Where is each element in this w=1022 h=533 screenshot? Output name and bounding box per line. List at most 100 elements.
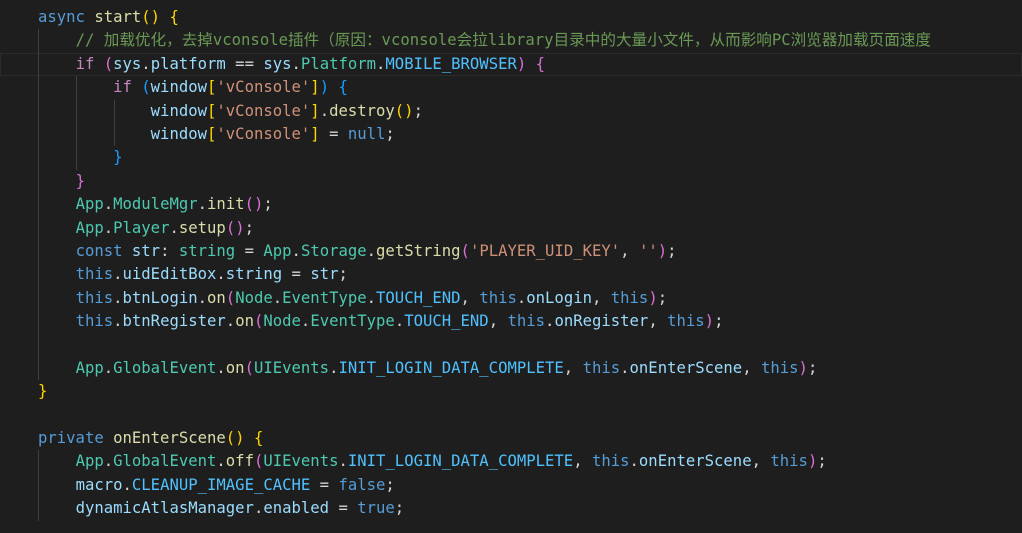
code-token: this [479, 288, 517, 307]
indent-guide [38, 216, 39, 240]
code-line[interactable]: macro.CLEANUP_IMAGE_CACHE = false; [0, 473, 1022, 498]
code-token: this [770, 452, 808, 471]
indent-guide [38, 310, 39, 334]
code-token: , [573, 452, 592, 471]
code-editor[interactable]: async start() { // 加载优化，去掉vconsole插件（原因：… [0, 0, 1022, 533]
code-line[interactable] [0, 333, 1022, 357]
code-token: App [75, 452, 104, 471]
code-token: ] [310, 101, 320, 120]
code-line[interactable]: App.Player.setup(); [0, 216, 1022, 240]
code-line[interactable]: if (window['vConsole']) { [0, 76, 1022, 100]
code-token: { [338, 78, 348, 97]
code-token: ) [319, 78, 339, 97]
code-token: . [103, 218, 114, 237]
code-line[interactable]: if (sys.platform == sys.Platform.MOBILE_… [0, 52, 1022, 77]
code-token: UIEvents [253, 358, 330, 377]
code-token: . [197, 195, 208, 214]
code-token: ; [244, 218, 254, 237]
code-token: , [742, 358, 761, 377]
code-token: = [282, 265, 311, 284]
code-token: . [300, 312, 311, 331]
code-token: App [263, 241, 292, 260]
code-line[interactable]: this.uidEditBox.string = str; [0, 263, 1022, 287]
code-token: window [150, 78, 208, 97]
code-token: { [253, 429, 264, 448]
code-line[interactable]: window['vConsole'].destroy(); [0, 99, 1022, 123]
code-line[interactable]: // 加载优化，去掉vconsole插件（原因：vconsole会拉librar… [0, 29, 1022, 53]
indent-guide [114, 99, 116, 123]
code-token: . [216, 452, 226, 471]
code-token: ; [714, 312, 724, 331]
code-line[interactable]: this.btnLogin.on(Node.EventType.TOUCH_EN… [0, 286, 1022, 311]
code-token: . [366, 241, 377, 260]
code-token: ; [394, 499, 405, 518]
code-token: . [291, 241, 301, 260]
code-line[interactable]: this.btnRegister.on(Node.EventType.TOUCH… [0, 310, 1022, 334]
code-lines[interactable]: async start() { // 加载优化，去掉vconsole插件（原因：… [0, 6, 1022, 521]
code-token: async [38, 8, 95, 26]
code-token: onLogin [526, 288, 592, 307]
code-token: CLEANUP_IMAGE_CACHE [131, 475, 311, 494]
code-token: this [610, 288, 649, 307]
code-token: ] [310, 124, 320, 143]
code-token: this [75, 265, 114, 284]
code-token: setup [178, 218, 226, 237]
code-token: true [357, 499, 395, 518]
code-token: . [319, 101, 330, 120]
code-token: () [225, 218, 245, 237]
code-token: this [591, 452, 630, 471]
indent-guide [38, 286, 39, 311]
code-token: start [94, 8, 142, 26]
code-line[interactable]: window['vConsole'] = null; [0, 122, 1022, 147]
code-line[interactable]: } [0, 169, 1022, 194]
code-line[interactable]: const str: string = App.Storage.getStrin… [0, 239, 1022, 264]
code-token: Node [263, 312, 301, 331]
code-line[interactable]: private onEnterScene() { [0, 427, 1022, 450]
code-token: , [563, 358, 583, 377]
code-token: . [620, 358, 630, 377]
code-token: string [178, 241, 236, 260]
code-token: ] [310, 78, 320, 97]
code-token: '' [638, 241, 658, 260]
code-line[interactable]: async start() { [0, 6, 1022, 29]
code-token: str [310, 265, 339, 284]
code-token: this [582, 358, 621, 377]
indent-guide [38, 473, 39, 498]
code-token: [ [207, 78, 217, 97]
code-token: MOBILE_BROWSER [385, 54, 517, 73]
code-token: ) [798, 358, 808, 377]
code-token: , [591, 288, 611, 307]
code-line[interactable]: App.GlobalEvent.off(UIEvents.INIT_LOGIN_… [0, 450, 1022, 474]
code-token: EventType [310, 312, 395, 331]
code-token: ModuleMgr [113, 195, 198, 214]
code-token: () [244, 195, 264, 214]
code-token: platform [150, 54, 226, 73]
code-token: ; [817, 452, 827, 471]
code-line[interactable]: App.ModuleMgr.init(); [0, 193, 1022, 217]
code-token: this [75, 312, 114, 331]
indent-guide [38, 193, 39, 217]
code-line[interactable]: } [0, 380, 1022, 403]
code-line[interactable]: } [0, 146, 1022, 170]
code-token: , [488, 312, 508, 331]
code-line[interactable]: dynamicAtlasManager.enabled = true; [0, 497, 1022, 521]
code-token: onRegister [554, 312, 649, 331]
code-token: ) [657, 241, 668, 260]
code-token: . [216, 358, 226, 377]
code-token: . [629, 452, 639, 471]
code-token: , [751, 452, 771, 471]
code-token: = [319, 124, 348, 143]
code-line[interactable]: App.GlobalEvent.on(UIEvents.INIT_LOGIN_D… [0, 356, 1022, 381]
code-line[interactable] [0, 404, 1022, 427]
code-token: . [366, 288, 377, 307]
code-token: } [75, 171, 85, 190]
